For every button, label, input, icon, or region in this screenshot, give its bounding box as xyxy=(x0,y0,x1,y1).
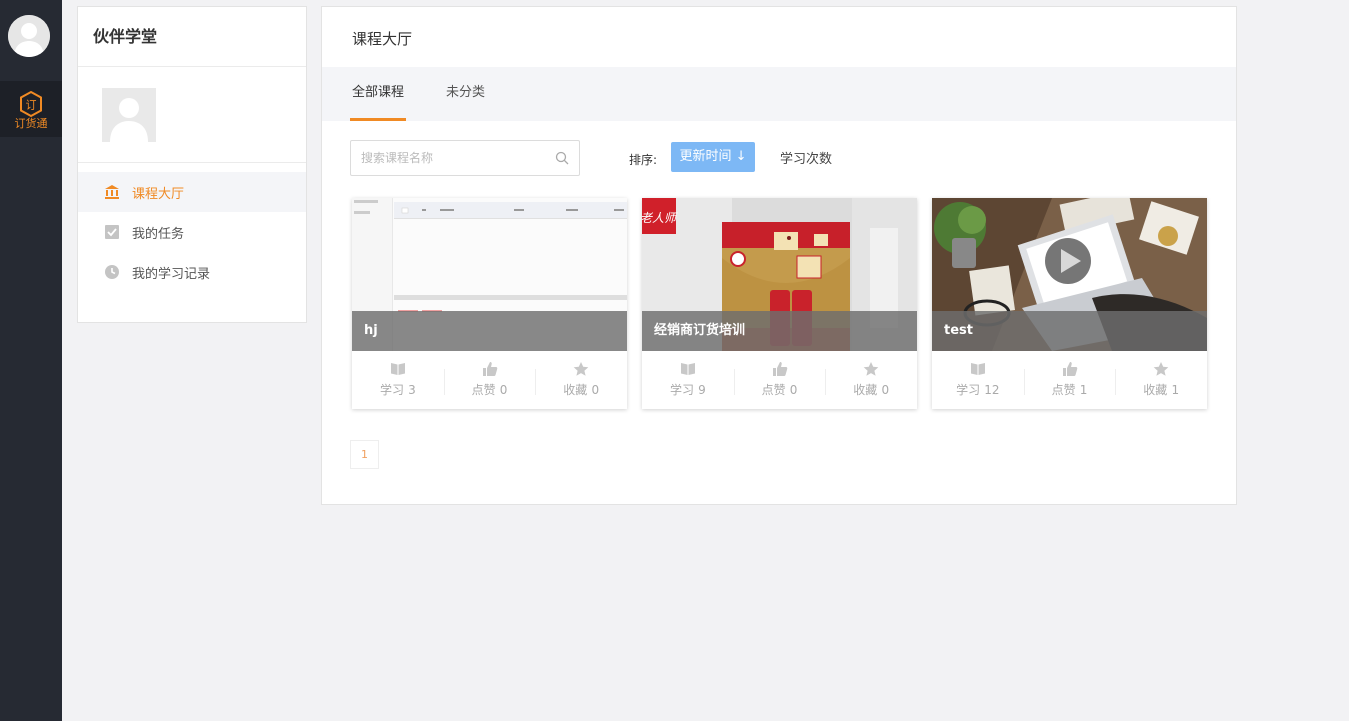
search-box xyxy=(350,140,580,176)
sidebar-item-label: 我的任务 xyxy=(132,226,185,242)
sidebar-item-course-hall[interactable]: 课程大厅 xyxy=(78,172,306,212)
tab-all-courses[interactable]: 全部课程 xyxy=(350,67,406,121)
like-count: 1 xyxy=(1079,383,1088,397)
study-count: 9 xyxy=(698,383,706,397)
book-icon xyxy=(680,363,695,375)
book-icon xyxy=(970,363,985,375)
search-icon[interactable] xyxy=(555,151,569,165)
course-card[interactable]: hj 学习 3 点赞 0 收藏 0 xyxy=(352,198,627,409)
course-card[interactable]: test 学习 12 点赞 1 收藏 1 xyxy=(932,198,1207,409)
course-stats: 学习 12 点赞 1 收藏 1 xyxy=(932,351,1207,409)
sidebar-divider xyxy=(78,162,306,163)
course-title: 经销商订货培训 xyxy=(642,311,917,351)
tab-uncategorized[interactable]: 未分类 xyxy=(446,67,485,121)
sidebar-item-label: 课程大厅 xyxy=(132,186,185,202)
rail-app-label: 订货通 xyxy=(14,117,48,130)
favorite-count: 1 xyxy=(1171,383,1180,397)
study-label: 学习 xyxy=(669,383,694,397)
person-placeholder-icon xyxy=(102,88,156,142)
sidebar-menu: 课程大厅 我的任务 我的学习记录 xyxy=(78,172,306,292)
course-title: test xyxy=(932,311,1207,351)
favorite-stat[interactable]: 收藏 0 xyxy=(535,351,627,409)
app-icon-glyph: 订 xyxy=(26,99,37,112)
sort-label: 排序: xyxy=(629,153,658,167)
star-icon xyxy=(1153,362,1169,376)
thumbs-up-icon xyxy=(1062,362,1077,376)
thumbs-up-icon xyxy=(772,362,787,376)
course-thumbnail: hj xyxy=(352,198,627,351)
main-panel: 课程大厅 全部课程 未分类 排序: 更新时间 ↓ 学习次数 xyxy=(321,6,1237,505)
study-stat[interactable]: 学习 12 xyxy=(932,351,1024,409)
favorite-label: 收藏 xyxy=(1143,383,1168,397)
avatar-placeholder-icon xyxy=(8,15,50,57)
clock-icon xyxy=(105,265,119,279)
like-label: 点赞 xyxy=(761,383,786,397)
book-icon xyxy=(390,363,405,375)
course-thumbnail: test xyxy=(932,198,1207,351)
star-icon xyxy=(863,362,879,376)
left-rail: 订 订货通 xyxy=(0,0,62,721)
search-input[interactable] xyxy=(351,141,541,175)
favorite-count: 0 xyxy=(881,383,890,397)
like-count: 0 xyxy=(499,383,508,397)
study-label: 学习 xyxy=(379,383,404,397)
like-label: 点赞 xyxy=(471,383,496,397)
course-stats: 学习 3 点赞 0 收藏 0 xyxy=(352,351,627,409)
like-stat[interactable]: 点赞 0 xyxy=(733,351,826,409)
favorite-label: 收藏 xyxy=(563,383,588,397)
favorite-count: 0 xyxy=(591,383,600,397)
course-title: hj xyxy=(352,311,627,351)
sidebar-item-label: 我的学习记录 xyxy=(132,266,211,282)
sidebar-panel: 伙伴学堂 课程大厅 我的任务 我的学习记录 xyxy=(77,6,307,323)
study-stat[interactable]: 学习 9 xyxy=(642,351,734,409)
rail-app-dinghuotong[interactable]: 订 订货通 xyxy=(0,81,62,137)
study-count: 12 xyxy=(984,383,1000,397)
sidebar-item-my-tasks[interactable]: 我的任务 xyxy=(78,212,306,252)
sort-by-study-count-link[interactable]: 学习次数 xyxy=(780,148,832,167)
favorite-stat[interactable]: 收藏 0 xyxy=(825,351,917,409)
brand-logo-mark: 老人师 xyxy=(642,211,678,225)
course-card[interactable]: 老人师 经销商订货培训 学习 9 点赞 0 收藏 0 xyxy=(642,198,917,409)
course-stats: 学习 9 点赞 0 收藏 0 xyxy=(642,351,917,409)
like-label: 点赞 xyxy=(1051,383,1076,397)
study-label: 学习 xyxy=(956,383,981,397)
bank-icon xyxy=(105,185,119,199)
course-thumbnail: 老人师 经销商订货培训 xyxy=(642,198,917,351)
favorite-stat[interactable]: 收藏 1 xyxy=(1115,351,1207,409)
category-tabs: 全部课程 未分类 xyxy=(322,67,1236,121)
sidebar-item-learning-record[interactable]: 我的学习记录 xyxy=(78,252,306,292)
user-avatar[interactable] xyxy=(8,15,50,57)
thumbs-up-icon xyxy=(482,362,497,376)
page-title: 课程大厅 xyxy=(352,30,413,48)
like-count: 0 xyxy=(789,383,798,397)
pagination-page-1[interactable]: 1 xyxy=(350,440,379,469)
hexagon-app-icon: 订 xyxy=(20,91,42,117)
study-count: 3 xyxy=(408,383,416,397)
like-stat[interactable]: 点赞 1 xyxy=(1023,351,1116,409)
like-stat[interactable]: 点赞 0 xyxy=(443,351,536,409)
sidebar-title: 伙伴学堂 xyxy=(78,7,306,67)
favorite-label: 收藏 xyxy=(853,383,878,397)
star-icon xyxy=(573,362,589,376)
sort-by-update-time-button[interactable]: 更新时间 ↓ xyxy=(671,142,755,172)
checkbox-icon xyxy=(105,225,119,239)
sidebar-avatar xyxy=(102,88,156,142)
study-stat[interactable]: 学习 3 xyxy=(352,351,444,409)
